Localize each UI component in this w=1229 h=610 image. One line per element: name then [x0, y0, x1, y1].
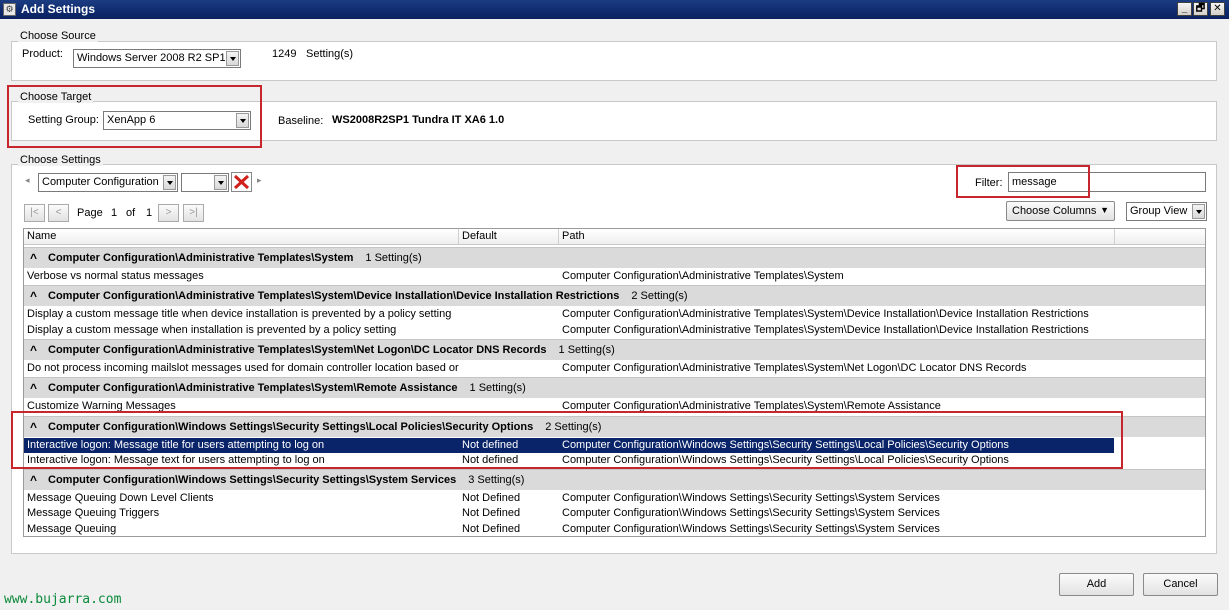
- group-view-select[interactable]: Group View: [1126, 202, 1207, 221]
- watermark: www.bujarra.com: [4, 592, 122, 607]
- page-current: 1: [111, 207, 118, 219]
- cancel-button[interactable]: Cancel: [1143, 573, 1218, 596]
- group-path: Computer Configuration\Administrative Te…: [48, 382, 458, 395]
- collapse-caret-icon[interactable]: ^: [30, 343, 37, 357]
- group-path: Computer Configuration\Windows Settings\…: [48, 474, 457, 487]
- group-title: Computer Configuration\Administrative Te…: [48, 290, 688, 302]
- group-count: 1 Setting(s): [365, 252, 422, 264]
- product-label: Product:: [22, 48, 63, 60]
- choose-columns-button[interactable]: Choose Columns ▼: [1006, 201, 1115, 221]
- group-title: Computer Configuration\Administrative Te…: [48, 344, 615, 356]
- table-row[interactable]: Verbose vs normal status messages Compute…: [24, 269, 1205, 284]
- group-row[interactable]: ^ Computer Configuration\Windows Settings…: [24, 469, 1205, 491]
- setting-name: Verbose vs normal status messages: [27, 270, 204, 282]
- value-select[interactable]: [181, 173, 229, 192]
- table-row[interactable]: Do not process incoming mailslot message…: [24, 361, 1205, 376]
- close-button[interactable]: ✕: [1210, 2, 1225, 16]
- product-value: Windows Server 2008 R2 SP1: [77, 52, 226, 64]
- scroll-right-icon[interactable]: ▸: [257, 175, 262, 186]
- page-label: Page: [77, 207, 103, 219]
- group-title: Computer Configuration\Administrative Te…: [48, 382, 526, 394]
- restore-button[interactable]: 🗗: [1193, 2, 1208, 16]
- last-page-button[interactable]: >|: [183, 204, 204, 222]
- security-options-highlight: [11, 411, 1123, 469]
- chevron-down-icon[interactable]: [1192, 204, 1205, 219]
- scroll-left-icon[interactable]: ◂: [25, 175, 30, 186]
- title-bar: ⚙ Add Settings _ 🗗 ✕: [0, 0, 1229, 19]
- choose-source-label: Choose Source: [18, 30, 98, 42]
- group-title: Computer Configuration\Windows Settings\…: [48, 474, 524, 486]
- collapse-caret-icon[interactable]: ^: [30, 381, 37, 395]
- group-row[interactable]: ^ Computer Configuration\Administrative T…: [24, 285, 1205, 307]
- setting-name: Message Queuing: [27, 522, 117, 535]
- grid-header: Name Default Path: [24, 229, 1205, 245]
- group-row[interactable]: ^ Computer Configuration\Administrative T…: [24, 338, 1205, 360]
- choose-settings-label: Choose Settings: [18, 154, 103, 166]
- app-icon: ⚙: [3, 3, 16, 16]
- setting-path: Computer Configuration\Administrative Te…: [562, 361, 1027, 374]
- column-path[interactable]: Path: [562, 230, 585, 242]
- baseline-label: Baseline:: [278, 115, 324, 127]
- group-count: 2 Setting(s): [631, 290, 688, 303]
- setting-path: Computer Configuration\Administrative Te…: [562, 308, 1089, 321]
- collapse-caret-icon[interactable]: ^: [30, 251, 37, 265]
- group-path: Computer Configuration\Administrative Te…: [48, 290, 620, 303]
- group-path: Computer Configuration\Administrative Te…: [48, 343, 547, 356]
- column-default[interactable]: Default: [462, 230, 497, 242]
- chevron-down-icon[interactable]: [226, 51, 239, 66]
- setting-default: Not Defined: [462, 492, 521, 505]
- page-of-label: of: [126, 207, 136, 219]
- table-row[interactable]: Message Queuing Triggers Not Defined Compu…: [24, 506, 1205, 521]
- table-row[interactable]: Message Queuing Not Defined Computer Confi…: [24, 522, 1205, 536]
- target-highlight: [7, 85, 262, 148]
- baseline-value: WS2008R2SP1 Tundra IT XA6 1.0: [332, 114, 505, 126]
- group-title: Computer Configuration\Administrative Te…: [48, 252, 422, 264]
- group-row[interactable]: ^ Computer Configuration\Administrative T…: [24, 247, 1205, 268]
- chevron-down-icon: ▼: [1100, 205, 1109, 215]
- setting-name: Display a custom message when installati…: [27, 323, 397, 336]
- setting-path: Computer Configuration\Administrative Te…: [562, 323, 1089, 336]
- table-row[interactable]: Display a custom message when installati…: [24, 323, 1205, 338]
- setting-count-suffix: Setting(s): [306, 48, 354, 60]
- collapse-caret-icon[interactable]: ^: [30, 473, 37, 487]
- filter-highlight: [956, 165, 1090, 198]
- setting-name: Display a custom message title when devi…: [27, 308, 452, 321]
- setting-path: Computer Configuration\Windows Settings\…: [562, 492, 940, 505]
- next-page-button[interactable]: >: [158, 204, 179, 222]
- setting-name: Do not process incoming mailslot message…: [27, 361, 459, 374]
- settings-grid: Name Default Path ^ Computer Configuratio…: [23, 228, 1206, 537]
- column-name[interactable]: Name: [27, 230, 56, 242]
- setting-count: 1249: [272, 48, 297, 60]
- group-row[interactable]: ^ Computer Configuration\Administrative T…: [24, 377, 1205, 399]
- setting-path: Computer Configuration\Administrative Te…: [562, 270, 844, 282]
- delete-filter-button[interactable]: [231, 172, 252, 192]
- setting-default: Not Defined: [462, 522, 521, 535]
- group-count: 3 Setting(s): [468, 474, 525, 487]
- table-row[interactable]: Message Queuing Down Level Clients Not De…: [24, 491, 1205, 506]
- group-count: 1 Setting(s): [469, 382, 526, 395]
- minimize-button[interactable]: _: [1177, 2, 1192, 16]
- scope-value: Computer Configuration: [42, 176, 159, 188]
- chevron-down-icon[interactable]: [163, 175, 176, 190]
- scope-select[interactable]: Computer Configuration: [38, 173, 178, 192]
- product-select[interactable]: Windows Server 2008 R2 SP1: [73, 49, 241, 68]
- choose-columns-label: Choose Columns: [1012, 205, 1097, 217]
- table-row[interactable]: Display a custom message title when devi…: [24, 307, 1205, 322]
- window-title: Add Settings: [21, 2, 95, 16]
- setting-name: Message Queuing Down Level Clients: [27, 492, 214, 505]
- setting-default: Not Defined: [462, 507, 521, 520]
- setting-name: Message Queuing Triggers: [27, 507, 160, 520]
- setting-path: Computer Configuration\Windows Settings\…: [562, 507, 940, 520]
- page-total: 1: [146, 207, 153, 219]
- prev-page-button[interactable]: <: [48, 204, 69, 222]
- first-page-button[interactable]: |<: [24, 204, 45, 222]
- add-button[interactable]: Add: [1059, 573, 1134, 596]
- chevron-down-icon[interactable]: [214, 175, 227, 190]
- red-x-icon: [233, 174, 250, 190]
- collapse-caret-icon[interactable]: ^: [30, 289, 37, 303]
- setting-path: Computer Configuration\Windows Settings\…: [562, 522, 940, 535]
- group-path: Computer Configuration\Administrative Te…: [48, 252, 354, 264]
- group-count: 1 Setting(s): [558, 343, 615, 356]
- group-view-value: Group View: [1130, 205, 1188, 217]
